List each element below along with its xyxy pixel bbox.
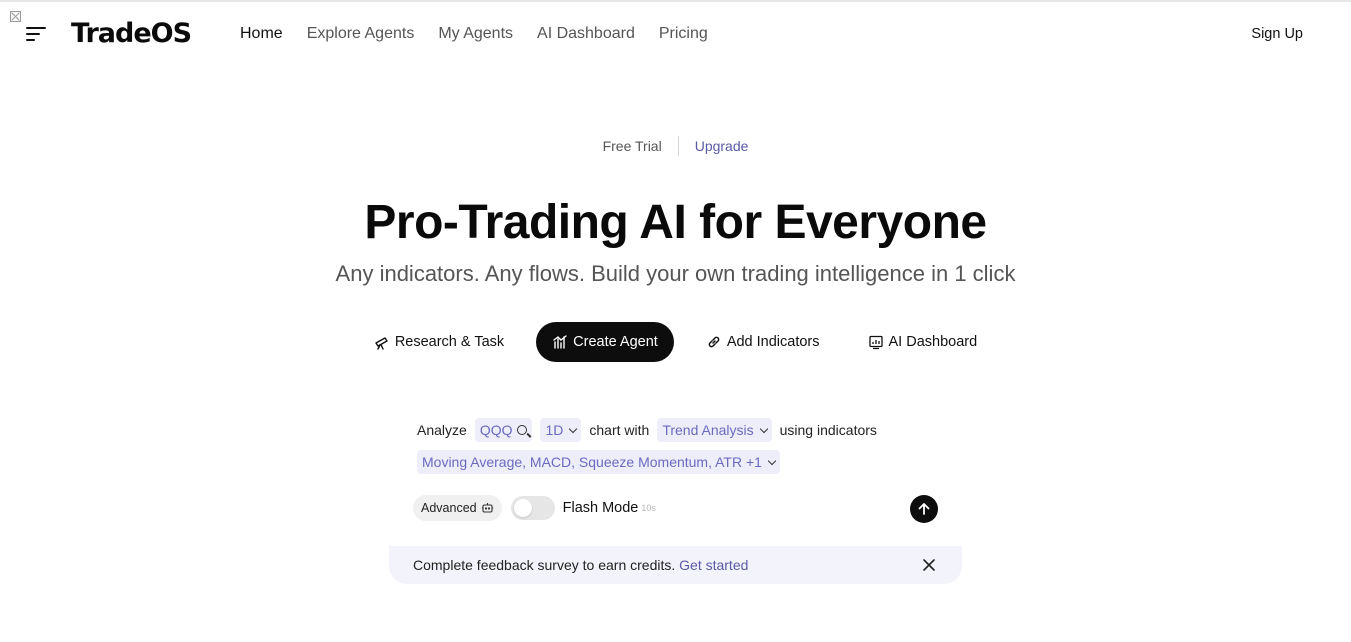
chart-bars-icon bbox=[552, 334, 568, 350]
search-icon bbox=[517, 425, 528, 435]
nav-pricing[interactable]: Pricing bbox=[659, 23, 708, 45]
flash-mode-toggle[interactable] bbox=[510, 496, 555, 520]
chevron-down-icon bbox=[759, 424, 768, 433]
advanced-button[interactable]: Advanced bbox=[413, 495, 502, 521]
sign-up-button[interactable]: Sign Up bbox=[1251, 24, 1303, 44]
using-indicators-label: using indicators bbox=[779, 422, 877, 438]
mode-research-task[interactable]: Research & Task bbox=[358, 322, 520, 362]
hamburger-menu-icon[interactable] bbox=[26, 26, 46, 42]
mode-create-agent[interactable]: Create Agent bbox=[536, 322, 674, 362]
banner-text-wrap: Complete feedback survey to earn credits… bbox=[413, 556, 748, 574]
broken-image-icon bbox=[10, 11, 21, 22]
top-border bbox=[0, 0, 1351, 2]
mode-tabs: Research & Task Create Agent Add Indicat… bbox=[0, 322, 1351, 362]
upgrade-link[interactable]: Upgrade bbox=[679, 136, 749, 156]
plan-switch: Free Trial Upgrade bbox=[0, 136, 1351, 156]
send-button[interactable] bbox=[910, 495, 938, 523]
flash-mode-label: Flash Mode bbox=[562, 500, 639, 516]
link-icon bbox=[706, 334, 722, 350]
hero-title: Pro-Trading AI for Everyone bbox=[364, 196, 987, 249]
composer-controls: Advanced Flash Mode 10s bbox=[413, 495, 656, 521]
nav-ai-dashboard[interactable]: AI Dashboard bbox=[537, 23, 635, 45]
feedback-banner: Complete feedback survey to earn credits… bbox=[389, 546, 962, 584]
main-nav: Home Explore Agents My Agents AI Dashboa… bbox=[240, 23, 708, 45]
get-started-link[interactable]: Get started bbox=[679, 557, 748, 573]
timeframe-value: 1D bbox=[545, 422, 564, 438]
telescope-icon bbox=[374, 334, 390, 350]
robot-icon bbox=[481, 503, 493, 513]
banner-text: Complete feedback survey to earn credits… bbox=[413, 557, 676, 573]
mode-label: Research & Task bbox=[394, 334, 505, 350]
hero-subtitle: Any indicators. Any flows. Build your ow… bbox=[335, 261, 1016, 286]
mode-label: Add Indicators bbox=[726, 334, 820, 350]
mode-label: AI Dashboard bbox=[888, 334, 978, 350]
ticker-value: QQQ bbox=[479, 422, 513, 438]
analysis-type-select[interactable]: Trend Analysis bbox=[657, 418, 772, 442]
analysis-type-value: Trend Analysis bbox=[662, 422, 754, 438]
chevron-down-icon bbox=[767, 456, 777, 465]
chart-with-label: chart with bbox=[589, 422, 650, 438]
timeframe-select[interactable]: 1D bbox=[540, 418, 582, 442]
mode-add-indicators[interactable]: Add Indicators bbox=[690, 322, 836, 362]
toggle-knob bbox=[513, 499, 532, 517]
advanced-label: Advanced bbox=[421, 501, 477, 515]
close-icon[interactable] bbox=[922, 558, 936, 572]
chevron-down-icon bbox=[569, 424, 578, 433]
prompt-line-1: Analyze QQQ 1D chart with Trend Analysis… bbox=[417, 418, 877, 442]
logo[interactable]: TradeOS bbox=[71, 18, 192, 50]
indicators-select[interactable]: Moving Average, MACD, Squeeze Momentum, … bbox=[417, 450, 780, 474]
mode-label: Create Agent bbox=[573, 334, 658, 350]
dashboard-icon bbox=[868, 334, 884, 350]
prompt-line-2: Moving Average, MACD, Squeeze Momentum, … bbox=[417, 450, 780, 474]
mode-ai-dashboard[interactable]: AI Dashboard bbox=[852, 322, 994, 362]
flash-mode-duration: 10s bbox=[641, 503, 656, 513]
ticker-select[interactable]: QQQ bbox=[474, 418, 533, 442]
indicators-value: Moving Average, MACD, Squeeze Momentum, … bbox=[422, 454, 762, 470]
arrow-up-icon bbox=[918, 503, 930, 515]
free-trial-label: Free Trial bbox=[603, 136, 679, 156]
analyze-label: Analyze bbox=[417, 422, 467, 438]
nav-explore-agents[interactable]: Explore Agents bbox=[307, 23, 415, 45]
nav-home[interactable]: Home bbox=[240, 23, 283, 45]
agent-composer: Analyze QQQ 1D chart with Trend Analysis… bbox=[389, 400, 962, 584]
nav-my-agents[interactable]: My Agents bbox=[438, 23, 513, 45]
